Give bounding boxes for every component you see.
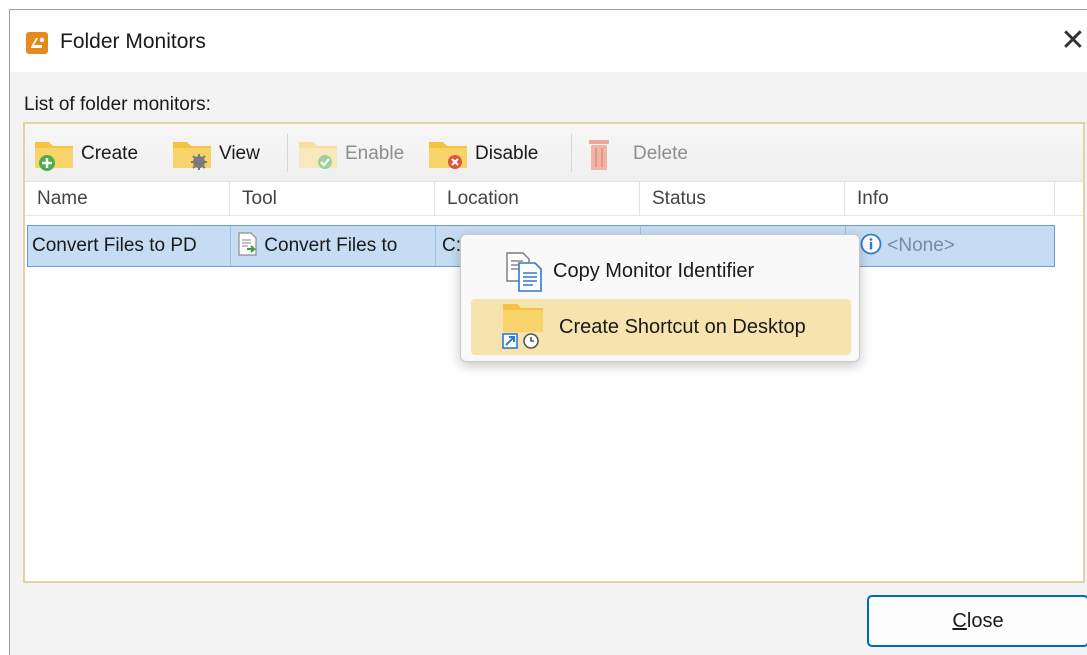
close-button[interactable]: Close [867, 595, 1087, 647]
disable-label: Disable [475, 143, 539, 164]
column-header-name[interactable]: Name [25, 182, 230, 216]
app-logo-icon [26, 32, 48, 54]
table-header: Name Tool Location Status Info [25, 182, 1083, 216]
folder-add-icon [35, 142, 73, 171]
enable-label: Enable [345, 143, 405, 164]
column-header-info[interactable]: Info [845, 182, 1055, 216]
create-label: Create [81, 143, 139, 164]
menu-item-label: Create Shortcut on Desktop [559, 315, 806, 338]
close-button-mnemonic: C [952, 610, 967, 632]
disable-button[interactable]: Disable [427, 136, 538, 172]
folder-remove-icon [429, 142, 467, 169]
column-header-location[interactable]: Location [435, 182, 640, 216]
title-bar: Folder Monitors ✕ [10, 10, 1087, 72]
delete-button[interactable]: Delete [579, 136, 688, 172]
column-header-tool[interactable]: Tool [230, 182, 435, 216]
context-menu: Copy Monitor Identifier Create Shortcut … [460, 234, 860, 362]
close-button-label: lose [966, 610, 1004, 632]
folder-shortcut-icon [502, 304, 543, 349]
column-header-status[interactable]: Status [640, 182, 845, 216]
menu-item-create-shortcut-on-desktop[interactable]: Create Shortcut on Desktop [471, 299, 851, 355]
info-icon [860, 233, 882, 255]
cell-tool: Convert Files to [231, 226, 436, 266]
window-title: Folder Monitors [60, 30, 206, 53]
view-button[interactable]: View [171, 136, 260, 172]
folder-check-icon [299, 142, 337, 169]
toolbar: Create View Enable Disable Delete [25, 124, 1083, 182]
view-label: View [219, 143, 260, 164]
toolbar-separator [571, 134, 572, 172]
close-window-icon[interactable]: ✕ [1058, 24, 1087, 58]
enable-button[interactable]: Enable [297, 136, 404, 172]
copy-document-icon [506, 252, 542, 292]
cell-tool-text: Convert Files to [264, 235, 398, 256]
trash-icon [589, 140, 609, 170]
list-label: List of folder monitors: [24, 94, 211, 115]
create-button[interactable]: Create [33, 136, 138, 172]
delete-label: Delete [633, 143, 688, 164]
document-convert-icon [238, 232, 257, 256]
menu-item-copy-monitor-identifier[interactable]: Copy Monitor Identifier [471, 243, 851, 299]
cell-info-text: <None> [887, 235, 955, 256]
toolbar-separator [287, 134, 288, 172]
folder-gear-icon [173, 142, 211, 170]
cell-name: Convert Files to PD [28, 226, 231, 266]
cell-info: <None> [848, 226, 1054, 266]
menu-item-label: Copy Monitor Identifier [553, 259, 755, 282]
